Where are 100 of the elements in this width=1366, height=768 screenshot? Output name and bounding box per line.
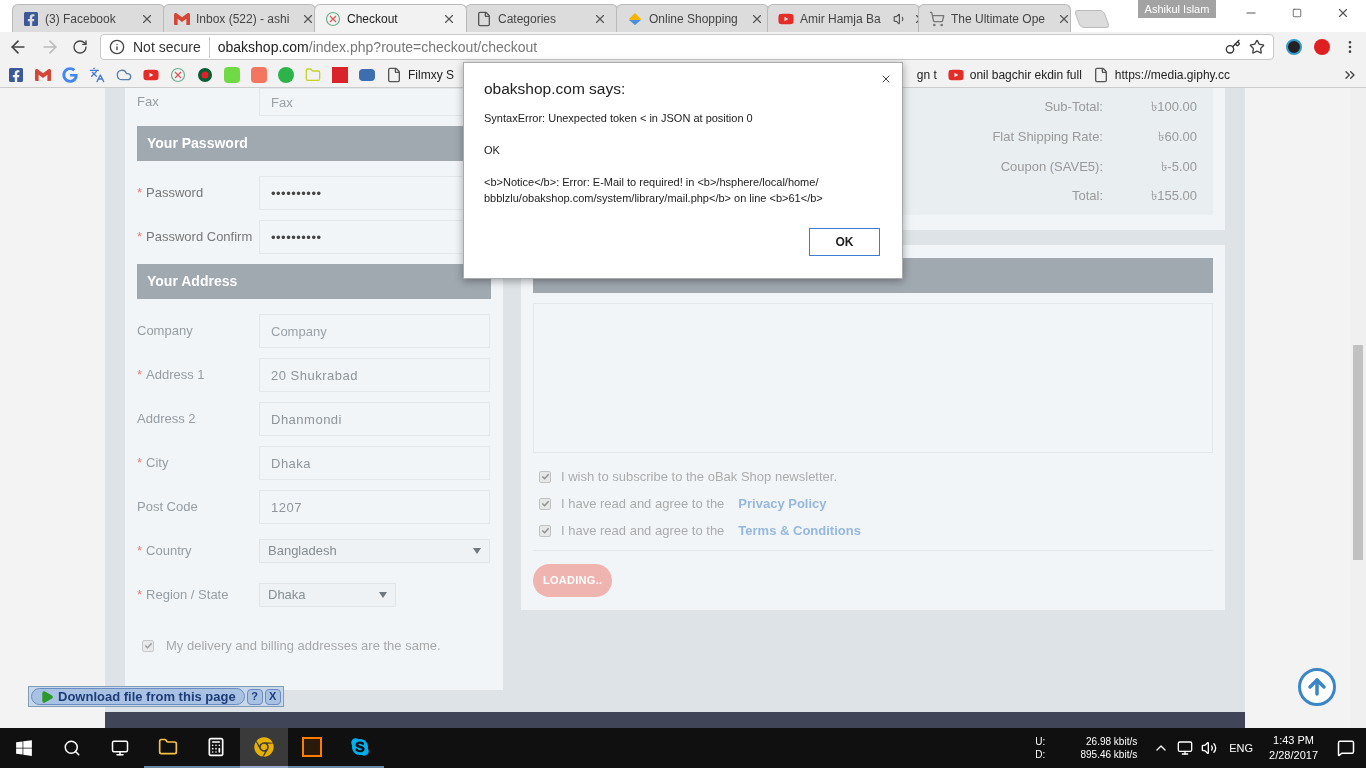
net-label: D:	[1035, 748, 1047, 761]
language-indicator[interactable]: ENG	[1229, 739, 1254, 757]
clock-date: 2/28/2017	[1269, 748, 1318, 763]
tab-title: Amir Hamja Ba	[800, 10, 881, 28]
tab-title: Inbox (522) - ashi	[196, 10, 290, 28]
total-value: ৳60.00	[1157, 127, 1198, 146]
bookmark-icon-button[interactable]	[35, 66, 51, 83]
tab-title: The Ultimate Ope	[951, 10, 1046, 28]
total-value: ৳155.00	[1150, 187, 1198, 206]
key-icon[interactable]	[1225, 39, 1241, 55]
play-icon	[40, 689, 54, 704]
browser-tab[interactable]: Amir Hamja Ba	[767, 4, 920, 32]
ok-button[interactable]: OK	[809, 228, 880, 256]
caret-icon	[379, 592, 387, 598]
checkbox[interactable]	[539, 470, 551, 483]
checkbox-label: My delivery and billing addresses are the same.	[166, 637, 441, 655]
field-label: * Country	[137, 542, 193, 561]
clock-time: 1:43 PM	[1273, 733, 1314, 748]
folder-icon	[305, 66, 321, 83]
total-value: ৳-5.00	[1160, 157, 1198, 176]
browser-tab[interactable]: Checkout	[314, 4, 467, 32]
total-label: Sub-Total:	[1044, 98, 1103, 117]
gmail-icon	[174, 10, 190, 27]
field-label: Address 2	[137, 410, 197, 429]
gmail-icon	[35, 66, 51, 83]
bookmark-icon-button[interactable]	[359, 68, 375, 81]
net-label: U:	[1035, 735, 1047, 748]
facebook-icon	[23, 10, 39, 27]
total-label: Total:	[1071, 187, 1103, 206]
reload-icon[interactable]	[72, 39, 88, 55]
bookmark-item[interactable]: Filmxy S	[386, 65, 454, 84]
calculator-icon	[206, 737, 226, 757]
bookmark-item[interactable]: https://media.giphy.cc	[1092, 65, 1230, 84]
checkbox-label: I have read and agree to the	[561, 521, 725, 540]
bookmark-item[interactable]: onil bagchir ekdin full	[947, 65, 1082, 84]
translate-icon	[89, 66, 105, 83]
field-label: Company	[137, 322, 194, 341]
info-icon	[109, 39, 125, 55]
address-field[interactable]: Not secure obakshop.com/index.php?route=checkout/checkout	[100, 34, 1274, 60]
star-icon[interactable]	[1249, 39, 1265, 55]
camera-icon[interactable]	[1286, 39, 1302, 55]
tab-title: Categories	[498, 10, 557, 28]
square-icon	[251, 66, 267, 83]
field-label: * Password	[137, 184, 205, 203]
network-icon[interactable]	[1177, 740, 1194, 756]
square-icon	[224, 66, 240, 83]
field-label: * Address 1	[137, 366, 206, 385]
taskbar-app[interactable]	[240, 728, 288, 768]
section-header: Your Address	[137, 264, 491, 299]
bookmark-icon-button[interactable]	[197, 66, 213, 83]
page-icon	[386, 66, 402, 83]
bookmark-icon-button[interactable]	[170, 66, 186, 83]
dialog-message: OK	[484, 143, 501, 159]
banner-icon	[359, 68, 375, 81]
bookmark-icon-button[interactable]	[89, 66, 105, 83]
diamond-icon	[627, 10, 643, 27]
square-icon	[332, 66, 348, 83]
field-label: * City	[137, 454, 170, 473]
checkbox[interactable]	[142, 639, 154, 652]
checkbox[interactable]	[539, 497, 551, 510]
google-icon	[62, 66, 78, 83]
bookmark-item[interactable]: gn t	[916, 65, 937, 84]
skype-icon	[350, 737, 370, 757]
shop-logo-icon	[325, 10, 341, 27]
folder-icon	[158, 737, 178, 757]
browser-tab[interactable]: Inbox (522) - ashi	[163, 4, 316, 32]
tab-title: Online Shopping	[649, 10, 738, 28]
chrome-icon	[254, 737, 274, 757]
total-label: Flat Shipping Rate:	[992, 127, 1103, 146]
tab-title: Checkout	[347, 10, 398, 28]
url-text: obakshop.com/index.php?route=checkout/checkout	[217, 37, 538, 57]
illustrator-icon	[302, 737, 322, 757]
checkbox[interactable]	[539, 524, 551, 537]
field-label: Fax	[137, 93, 160, 112]
security-label: Not secure	[133, 36, 210, 58]
browser-tab[interactable]: Online Shopping	[616, 4, 769, 32]
cart-icon	[929, 10, 945, 27]
net-speed: 895.46 kbit/s	[1079, 748, 1138, 761]
field-label: Post Code	[137, 498, 199, 517]
checkbox-label: I have read and agree to the	[561, 494, 725, 513]
close-icon[interactable]	[880, 73, 892, 85]
net-speed: 26.98 kbit/s	[1085, 735, 1138, 748]
download-button[interactable]: Download file from this page	[31, 688, 245, 705]
browser-tab[interactable]: Categories	[465, 4, 618, 32]
field-label: * Region / State	[137, 586, 230, 605]
browser-tab[interactable]: (3) Facebook	[12, 4, 165, 32]
shop-logo-icon	[170, 66, 186, 83]
tab-title: (3) Facebook	[45, 10, 116, 28]
field-label: * Password Confirm	[137, 228, 254, 247]
bookmark-icon-button[interactable]	[332, 66, 348, 83]
total-label: Coupon (SAVE5):	[1000, 157, 1103, 176]
bookmark-icon-button[interactable]	[8, 66, 24, 83]
help-button[interactable]: ?	[246, 688, 263, 705]
dot-icon	[197, 66, 213, 83]
facebook-icon	[8, 66, 24, 83]
close-button[interactable]: X	[264, 688, 281, 705]
total-value: ৳100.00	[1150, 98, 1198, 117]
caret-icon	[473, 548, 481, 554]
browser-tab[interactable]: The Ultimate Ope	[918, 4, 1071, 32]
volume-icon[interactable]	[1201, 740, 1218, 756]
